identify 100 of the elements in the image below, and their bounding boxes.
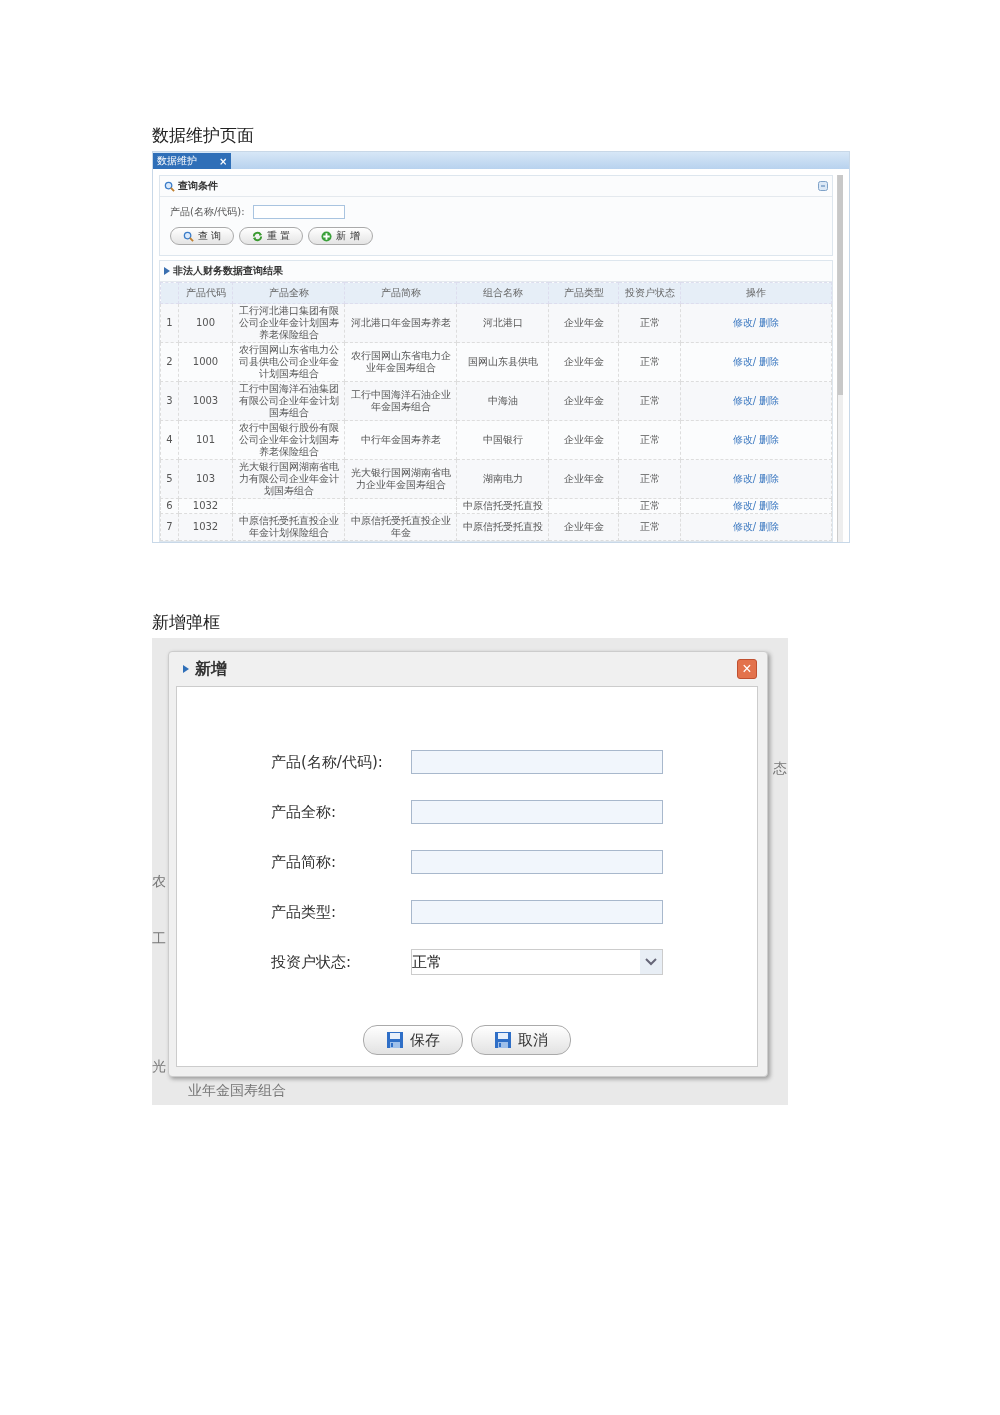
search-button[interactable]: 查 询: [170, 227, 235, 245]
row-number: 4: [160, 420, 179, 460]
scrollbar[interactable]: [837, 175, 843, 542]
field-label: 产品简称:: [271, 852, 338, 872]
panel-title: 查询条件: [178, 179, 218, 193]
delete-link[interactable]: 删除: [759, 434, 780, 445]
column-header: 组合名称: [456, 282, 549, 304]
field-label: 产品(名称/代码):: [170, 205, 245, 219]
table-cell: 农行中国银行股份有限公司企业年金计划国寿养老保险组合: [232, 420, 345, 460]
backdrop-text: 农: [152, 873, 166, 891]
status-dropdown[interactable]: 正常: [411, 949, 663, 975]
search-icon: [183, 230, 194, 242]
table-cell: 103: [178, 459, 233, 499]
column-header: 产品代码: [178, 282, 233, 304]
backdrop-text: 态: [773, 760, 787, 778]
page-heading: 新增弹框: [152, 611, 221, 634]
tab[interactable]: 数据维护 ×: [153, 153, 232, 169]
table-cell: 中行年金国寿养老: [344, 420, 457, 460]
table-cell: 中海油: [456, 381, 549, 421]
dialog-button[interactable]: 取消: [471, 1025, 571, 1055]
column-header: 操作: [680, 282, 832, 304]
row-number: 1: [160, 303, 179, 343]
table-cell: 企业年金: [548, 342, 619, 382]
edit-link[interactable]: 修改/: [732, 500, 757, 511]
row-number: 7: [160, 513, 179, 541]
delete-link[interactable]: 删除: [759, 500, 780, 511]
table-cell: 河北港口年金国寿养老: [344, 303, 457, 343]
product-input-field[interactable]: [252, 205, 345, 219]
field-label: 产品(名称/代码):: [271, 752, 384, 772]
delete-link[interactable]: 删除: [759, 395, 780, 406]
edit-link[interactable]: 修改/: [732, 395, 757, 406]
table-cell: 中原信托受托直投企业年金计划保险组合: [232, 513, 345, 541]
input-field[interactable]: [411, 800, 663, 824]
table-cell: 1000: [178, 342, 233, 382]
table-cell: 中原信托受托直投: [456, 513, 549, 541]
delete-link[interactable]: 删除: [759, 521, 780, 532]
table-cell: 农行国网山东省电力企业年金国寿组合: [344, 342, 457, 382]
backdrop-text: 工: [152, 930, 166, 948]
table-cell: 企业年金: [548, 459, 619, 499]
table-cell: 正常: [618, 498, 681, 514]
backdrop-text: 光: [152, 1058, 166, 1076]
triangle-icon: [164, 267, 170, 275]
input-field[interactable]: [411, 750, 663, 774]
input-field[interactable]: [411, 850, 663, 874]
table-cell: 企业年金: [548, 420, 619, 460]
table-cell: 中原信托受托直投企业年金: [344, 513, 457, 541]
table-cell: 1032: [178, 513, 233, 541]
table-cell: 湖南电力: [456, 459, 549, 499]
table-cell: 正常: [618, 459, 681, 499]
table-cell: 工行河北港口集团有限公司企业年金计划国寿养老保险组合: [232, 303, 345, 343]
column-header: 投资户状态: [618, 282, 681, 304]
edit-link[interactable]: 修改/: [732, 473, 757, 484]
field-label: 产品全称:: [271, 802, 338, 822]
table-cell: 101: [178, 420, 233, 460]
delete-link[interactable]: 删除: [759, 317, 780, 328]
table-cell: 中原信托受托直投: [456, 498, 549, 514]
close-icon[interactable]: ×: [219, 155, 228, 167]
edit-link[interactable]: 修改/: [732, 356, 757, 367]
table-cell: 工行中国海洋石油企业年金国寿组合: [344, 381, 457, 421]
table-cell: 100: [178, 303, 233, 343]
row-number: 3: [160, 381, 179, 421]
triangle-icon: [183, 665, 189, 673]
input-field[interactable]: [411, 900, 663, 924]
delete-link[interactable]: 删除: [759, 473, 780, 484]
column-header: 产品全称: [232, 282, 345, 304]
panel-title: 非法人财务数据查询结果: [173, 264, 283, 278]
dialog-button[interactable]: 保存: [363, 1025, 463, 1055]
column-header: 产品简称: [344, 282, 457, 304]
chevron-icon: [645, 958, 657, 966]
table-cell: 河北港口: [456, 303, 549, 343]
edit-link[interactable]: 修改/: [732, 317, 757, 328]
table-cell: 企业年金: [548, 381, 619, 421]
dialog-title: 新增: [195, 658, 227, 680]
close-button[interactable]: ×: [737, 659, 757, 679]
page-heading: 数据维护页面: [152, 124, 255, 147]
table-cell: 国网山东县供电: [456, 342, 549, 382]
row-number: 2: [160, 342, 179, 382]
field-label: 产品类型:: [271, 902, 338, 922]
table-cell: 农行国网山东省电力公司县供电公司企业年金计划国寿组合: [232, 342, 345, 382]
column-header: 产品类型: [548, 282, 619, 304]
row-number: 5: [160, 459, 179, 499]
collapse-icon[interactable]: [818, 181, 828, 191]
table-cell: 正常: [618, 303, 681, 343]
table-cell: 1032: [178, 498, 233, 514]
table-cell: 中国银行: [456, 420, 549, 460]
delete-link[interactable]: 删除: [759, 356, 780, 367]
table-cell: 企业年金: [548, 303, 619, 343]
table-cell: 正常: [618, 381, 681, 421]
field-label: 投资户状态:: [271, 952, 353, 972]
add-button[interactable]: 新 增: [308, 227, 373, 245]
edit-link[interactable]: 修改/: [732, 521, 757, 532]
table-cell: 企业年金: [548, 513, 619, 541]
table-cell: 光大银行国网湖南省电力企业年金国寿组合: [344, 459, 457, 499]
reset-button[interactable]: 重 置: [239, 227, 304, 245]
table-cell: 光大银行国网湖南省电力有限公司企业年金计划国寿组合: [232, 459, 345, 499]
table-cell: 正常: [618, 420, 681, 460]
refresh-icon: [252, 230, 264, 242]
edit-link[interactable]: 修改/: [732, 434, 757, 445]
row-number: 6: [160, 498, 179, 514]
table-cell: 1003: [178, 381, 233, 421]
